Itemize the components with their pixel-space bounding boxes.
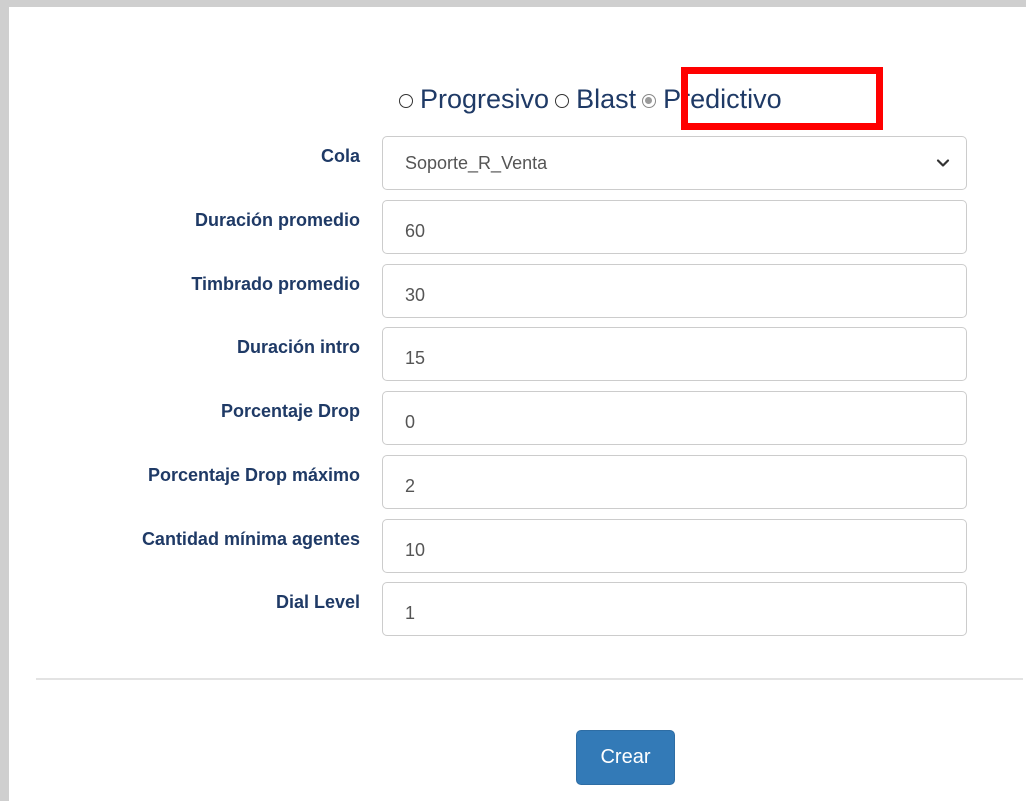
duracion-intro-label: Duración intro <box>236 337 360 357</box>
form-row-porcentaje-drop: Porcentaje Drop 0 <box>9 391 1026 447</box>
form-row-duracion-promedio: Duración promedio 60 <box>9 200 1026 256</box>
porcentaje-drop-maximo-label: Porcentaje Drop máximo <box>147 465 360 485</box>
form-divider <box>36 678 1023 680</box>
form-row-dial-level: Dial Level 1 <box>9 582 1026 638</box>
dial-level-input[interactable]: 1 <box>382 582 967 636</box>
porcentaje-drop-maximo-input[interactable]: 2 <box>382 455 967 509</box>
duracion-intro-input[interactable]: 15 <box>382 327 967 381</box>
radio-progresivo-circle[interactable] <box>399 93 413 108</box>
cantidad-minima-agentes-label: Cantidad mínima agentes <box>141 529 360 549</box>
porcentaje-drop-label: Porcentaje Drop <box>220 401 360 421</box>
dial-level-label: Dial Level <box>275 592 360 612</box>
form-row-cola: Cola Soporte_R_Venta <box>9 136 1026 192</box>
radio-predictivo-label: Predictivo <box>663 83 782 114</box>
form-row-cantidad-minima-agentes: Cantidad mínima agentes 10 <box>9 519 1026 575</box>
radio-predictivo[interactable]: Predictivo <box>642 84 788 115</box>
chevron-down-icon <box>936 159 950 167</box>
radio-blast-label: Blast <box>576 83 637 114</box>
page-frame: Progresivo Blast Predictivo Cola Soporte… <box>0 0 1026 801</box>
cola-label: Cola <box>320 146 360 166</box>
crear-button[interactable]: Crear <box>576 730 675 785</box>
radio-progresivo[interactable]: Progresivo <box>399 84 555 115</box>
form-row-porcentaje-drop-maximo: Porcentaje Drop máximo 2 <box>9 455 1026 511</box>
timbrado-promedio-label: Timbrado promedio <box>191 274 360 294</box>
duracion-promedio-label: Duración promedio <box>194 210 360 230</box>
cantidad-minima-agentes-input[interactable]: 10 <box>382 519 967 573</box>
radio-blast-circle[interactable] <box>555 93 570 108</box>
timbrado-promedio-input[interactable]: 30 <box>382 264 967 318</box>
radio-predictivo-circle[interactable] <box>642 93 657 108</box>
dialer-mode-radio-group: Progresivo Blast Predictivo <box>399 79 788 119</box>
form-row-duracion-intro: Duración intro 15 <box>9 327 1026 383</box>
radio-blast[interactable]: Blast <box>555 84 642 115</box>
form-row-timbrado-promedio: Timbrado promedio 30 <box>9 264 1026 320</box>
radio-progresivo-label: Progresivo <box>420 83 550 114</box>
duracion-promedio-input[interactable]: 60 <box>382 200 967 254</box>
cola-select[interactable]: Soporte_R_Venta <box>382 136 967 190</box>
porcentaje-drop-input[interactable]: 0 <box>382 391 967 445</box>
cola-select-value: Soporte_R_Venta <box>405 152 548 173</box>
